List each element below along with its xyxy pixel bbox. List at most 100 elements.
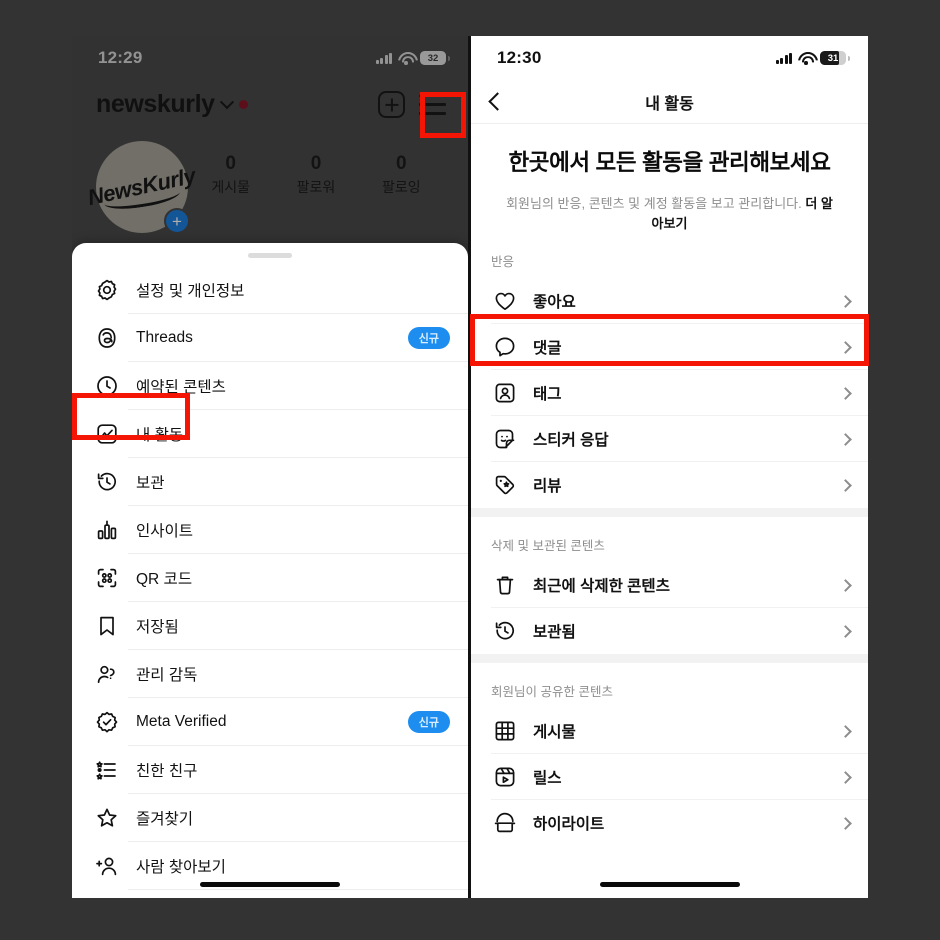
menu-item-10[interactable]: Meta Verified 신규	[72, 698, 468, 746]
chevron-right-icon	[839, 387, 852, 400]
chevron-right-icon	[839, 479, 852, 492]
stat-following[interactable]: 0 팔로잉	[382, 153, 421, 197]
menu-item-label: 보관	[136, 475, 165, 492]
chevron-right-icon	[839, 295, 852, 308]
account-switcher[interactable]: newskurly	[96, 90, 248, 119]
activity-row[interactable]: 보관됨	[471, 608, 868, 654]
activity-row-label: 릴스	[533, 770, 562, 788]
activity-row-label: 리뷰	[533, 478, 562, 496]
profile-stats-row: NewsKurly + 0 게시물 0 팔로워 0 팔로잉	[72, 141, 468, 234]
header-actions	[378, 91, 446, 118]
menu-item-6[interactable]: 인사이트	[72, 506, 468, 554]
home-indicator	[200, 882, 340, 887]
unread-dot	[238, 100, 248, 109]
reels-icon	[491, 763, 519, 791]
menu-item-9[interactable]: 관리 감독	[72, 650, 468, 698]
menu-item-label: 사람 찾아보기	[136, 859, 226, 876]
home-indicator	[599, 882, 740, 887]
trash-icon	[491, 571, 519, 599]
battery-icon: 32	[420, 51, 450, 65]
activity-row-label: 태그	[533, 386, 562, 404]
activity-row[interactable]: 태그	[471, 370, 868, 417]
chevron-right-icon	[839, 725, 852, 738]
profile-username: newskurly	[96, 90, 215, 118]
menu-item-8[interactable]: 저장됨	[72, 602, 468, 650]
nav-bar: 내 활동	[471, 80, 868, 124]
stat-label: 팔로잉	[382, 179, 421, 195]
chevron-right-icon	[839, 771, 852, 784]
activity-row-label: 게시물	[533, 724, 576, 742]
status-indicators: 31	[775, 51, 850, 65]
chevron-down-icon[interactable]	[219, 94, 234, 109]
menu-item-label: 저장됨	[136, 619, 179, 636]
menu-item-label: 예약된 콘텐츠	[136, 379, 226, 396]
activity-row[interactable]: 리뷰	[471, 462, 868, 508]
chevron-right-icon	[839, 579, 852, 592]
left-phone-screen: 12:29 32 newskurly NewsKurly + 0 게시물 0 팔…	[72, 36, 468, 898]
menu-item-5[interactable]: 보관	[72, 458, 468, 506]
chevron-right-icon	[839, 433, 852, 446]
menu-item-2[interactable]: Threads 신규	[72, 314, 468, 362]
drag-handle[interactable]	[248, 253, 292, 258]
hamburger-menu-icon[interactable]	[419, 94, 446, 115]
activity-row-label: 스티커 응답	[533, 432, 609, 450]
status-indicators: 32	[375, 51, 450, 65]
menu-item-label: Threads	[136, 329, 193, 346]
menu-item-label: 설정 및 개인정보	[136, 283, 245, 300]
menu-item-11[interactable]: 친한 친구	[72, 746, 468, 794]
menu-item-12[interactable]: 즐겨찾기	[72, 794, 468, 842]
row-separator	[128, 889, 468, 890]
new-badge: 신규	[407, 711, 450, 733]
menu-item-label: Meta Verified	[136, 713, 227, 730]
chevron-right-icon	[839, 817, 852, 830]
qr-code-icon	[92, 563, 122, 593]
activity-row[interactable]: 릴스	[471, 754, 868, 801]
stat-followers[interactable]: 0 팔로워	[297, 153, 336, 197]
activity-sections: 반응 좋아요 댓글 태그 스티커 응답 리뷰 삭제 및 보관된 콘텐츠 최근에 삭제한 콘텐츠…	[471, 233, 868, 846]
archive-history-icon	[92, 467, 122, 497]
stat-label: 팔로워	[296, 179, 336, 195]
cellular-signal-icon	[775, 52, 792, 64]
new-badge: 신규	[407, 327, 450, 349]
menu-item-3[interactable]: 예약된 콘텐츠	[72, 362, 468, 410]
battery-icon: 31	[820, 51, 850, 65]
profile-header: newskurly	[72, 80, 468, 119]
activity-row[interactable]: 최근에 삭제한 콘텐츠	[471, 562, 868, 609]
activity-row[interactable]: 하이라이트	[471, 800, 868, 846]
activity-row[interactable]: 좋아요	[471, 278, 868, 325]
status-time: 12:29	[98, 48, 143, 67]
battery-level: 32	[427, 52, 439, 64]
menu-item-label: 관리 감독	[136, 667, 198, 684]
menu-bottom-sheet: 설정 및 개인정보 Threads 신규 예약된 콘텐츠 내 활동 보관 인사이트 QR 코드…	[72, 243, 468, 898]
add-story-icon[interactable]: +	[164, 208, 190, 234]
section-title: 반응	[491, 255, 515, 270]
right-phone-screen: 12:30 31 내 활동 한곳에서 모든 활동을 관리해보세요 회원님의 반응…	[471, 36, 868, 898]
highlights-icon	[491, 809, 519, 837]
chevron-right-icon	[839, 625, 852, 638]
menu-item-4[interactable]: 내 활동	[72, 410, 468, 458]
stat-posts[interactable]: 0 게시물	[211, 153, 250, 197]
avatar[interactable]: NewsKurly +	[86, 141, 198, 234]
left-status-bar: 12:29 32	[72, 36, 468, 80]
activity-row[interactable]: 스티커 응답	[471, 416, 868, 463]
verified-badge-icon	[92, 707, 122, 737]
page-title: 내 활동	[645, 95, 694, 113]
new-post-icon[interactable]	[378, 91, 405, 118]
menu-item-label: QR 코드	[136, 571, 193, 588]
review-tag-icon	[491, 471, 519, 499]
bookmark-icon	[92, 611, 122, 641]
activity-chart-icon	[92, 419, 122, 449]
gear-icon	[92, 275, 122, 305]
right-status-bar: 12:30 31	[471, 36, 868, 80]
activity-row-label: 좋아요	[533, 294, 576, 312]
section-title: 회원님이 공유한 콘텐츠	[491, 685, 613, 700]
activity-row[interactable]: 게시물	[471, 708, 868, 755]
activity-row-label: 댓글	[533, 340, 562, 358]
menu-item-1[interactable]: 설정 및 개인정보	[72, 266, 468, 314]
stat-value: 0	[310, 153, 322, 174]
menu-item-label: 인사이트	[136, 523, 194, 540]
activity-row-label: 하이라이트	[533, 816, 605, 834]
wifi-icon	[398, 52, 414, 65]
activity-row[interactable]: 댓글	[471, 324, 868, 371]
menu-item-7[interactable]: QR 코드	[72, 554, 468, 602]
